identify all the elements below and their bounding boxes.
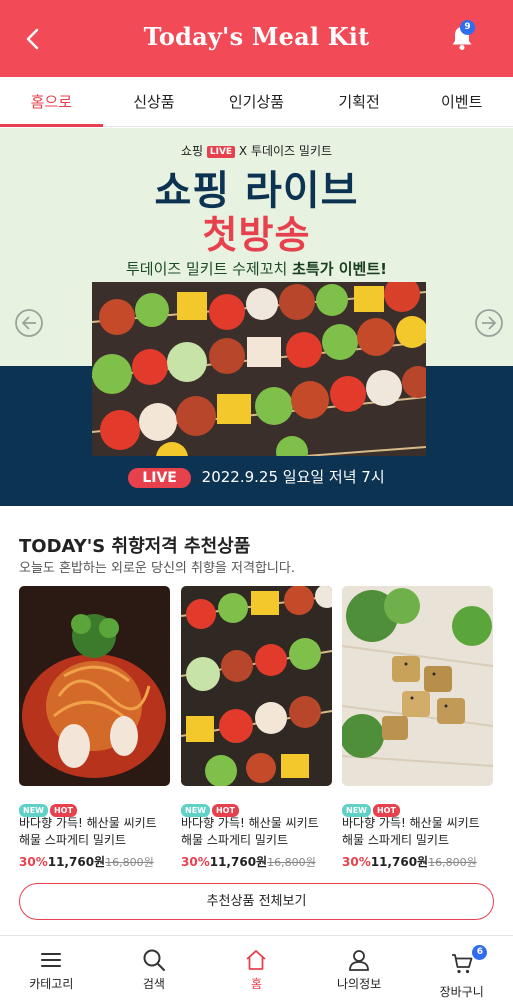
product-card[interactable]: NEW HOT 바다향 가득! 해산물 씨키트 해물 스파게티 밀키트 30%11… bbox=[19, 586, 170, 870]
badge-group: NEW HOT bbox=[19, 798, 170, 817]
tab-popular[interactable]: 인기상품 bbox=[205, 77, 308, 126]
nav-search[interactable]: 검색 bbox=[103, 936, 206, 1001]
discount-rate: 30% bbox=[19, 855, 48, 869]
tab-home[interactable]: 홈으로 bbox=[0, 77, 103, 127]
product-price: 30%11,760원16,800원 bbox=[342, 853, 493, 870]
live-badge: LIVE bbox=[128, 468, 191, 488]
nav-home[interactable]: 홈 bbox=[205, 936, 308, 1001]
banner-sub-bold: 초특가 이벤트! bbox=[292, 260, 387, 278]
product-card[interactable]: NEW HOT 바다향 가득! 해산물 씨키트 해물 스파게티 밀키트 30%11… bbox=[340, 586, 494, 870]
badge-group: NEW HOT bbox=[342, 798, 493, 817]
app-header: Today's Meal Kit 9 bbox=[0, 0, 513, 77]
tab-new[interactable]: 신상품 bbox=[103, 77, 206, 126]
live-date: 2022.9.25 일요일 저녁 7시 bbox=[201, 468, 385, 486]
carousel-prev-icon[interactable] bbox=[14, 308, 44, 338]
section-title: TODAY'S 취향저격 추천상품 bbox=[19, 536, 251, 557]
product-image-tofu-noodles bbox=[340, 586, 494, 786]
tab-special[interactable]: 기획전 bbox=[308, 77, 411, 126]
bottom-nav: 카테고리 검색 홈 나의정보 6 장바구니 bbox=[0, 935, 513, 1001]
promo-banner[interactable]: 쇼핑 LIVE X 투데이즈 밀키트 쇼핑 라이브 첫방송 투데이즈 밀키트 수… bbox=[0, 128, 513, 506]
home-icon bbox=[246, 950, 267, 970]
view-all-recommend-button[interactable]: 추천상품 전체보기 bbox=[19, 883, 494, 920]
nav-category[interactable]: 카테고리 bbox=[0, 936, 103, 1001]
banner-sub-normal: 투데이즈 밀키트 수제꼬치 bbox=[126, 260, 288, 278]
product-name: 바다향 가득! 해산물 씨키트 해물 스파게티 밀키트 bbox=[181, 816, 319, 847]
product-card[interactable]: NEW HOT 바다향 가득! 해산물 씨키트 해물 스파게티 밀키트 30%11… bbox=[180, 584, 339, 870]
product-image-skewers bbox=[180, 584, 339, 787]
original-price: 16,800원 bbox=[105, 856, 154, 869]
live-schedule: LIVE 2022.9.25 일요일 저녁 7시 bbox=[0, 466, 513, 488]
banner-top-suffix: X 투데이즈 밀키트 bbox=[238, 144, 333, 158]
discount-rate: 30% bbox=[181, 855, 210, 869]
product-price: 30%11,760원16,800원 bbox=[19, 853, 170, 870]
nav-label: 장바구니 bbox=[439, 985, 484, 999]
user-icon bbox=[349, 950, 369, 971]
sale-price: 11,760원 bbox=[370, 855, 429, 869]
badge-group: NEW HOT bbox=[181, 798, 332, 817]
product-price: 30%11,760원16,800원 bbox=[181, 853, 332, 870]
category-tabs: 홈으로 신상품 인기상품 기획전 이벤트 bbox=[0, 77, 513, 127]
product-name: 바다향 가득! 해산물 씨키트 해물 스파게티 밀키트 bbox=[19, 816, 157, 847]
product-name: 바다향 가득! 해산물 씨키트 해물 스파게티 밀키트 bbox=[342, 816, 480, 847]
live-chip: LIVE bbox=[206, 146, 236, 158]
sale-price: 11,760원 bbox=[47, 855, 106, 869]
page-title: Today's Meal Kit bbox=[143, 22, 370, 51]
carousel-next-icon[interactable] bbox=[474, 308, 504, 338]
skewer-photo bbox=[92, 282, 426, 456]
nav-label: 나의정보 bbox=[336, 977, 382, 991]
nav-cart[interactable]: 6 장바구니 bbox=[410, 936, 513, 1001]
sale-price: 11,760원 bbox=[209, 855, 268, 869]
nav-label: 홈 bbox=[250, 977, 262, 991]
tab-event[interactable]: 이벤트 bbox=[410, 77, 513, 126]
banner-subtitle: 투데이즈 밀키트 수제꼬치 초특가 이벤트! bbox=[0, 258, 513, 279]
original-price: 16,800원 bbox=[428, 856, 477, 869]
notification-badge: 9 bbox=[460, 20, 475, 35]
banner-topline: 쇼핑 LIVE X 투데이즈 밀키트 bbox=[0, 142, 513, 159]
original-price: 16,800원 bbox=[267, 856, 316, 869]
menu-icon bbox=[41, 953, 62, 967]
product-list: NEW HOT 바다향 가득! 해산물 씨키트 해물 스파게티 밀키트 30%11… bbox=[19, 584, 494, 871]
discount-rate: 30% bbox=[342, 855, 371, 869]
nav-label: 카테고리 bbox=[29, 977, 74, 991]
nav-label: 검색 bbox=[142, 977, 165, 991]
search-icon bbox=[143, 949, 165, 971]
nav-my-info[interactable]: 나의정보 bbox=[308, 936, 411, 1001]
banner-top-prefix: 쇼핑 bbox=[180, 144, 204, 158]
section-subtitle: 오늘도 혼밥하는 외로운 당신의 취향을 저격합니다. bbox=[19, 561, 295, 576]
cart-icon bbox=[451, 954, 473, 974]
banner-headline-accent: 첫방송 bbox=[202, 213, 311, 257]
product-image-spaghetti bbox=[19, 586, 170, 786]
cart-count-badge: 6 bbox=[472, 945, 488, 960]
